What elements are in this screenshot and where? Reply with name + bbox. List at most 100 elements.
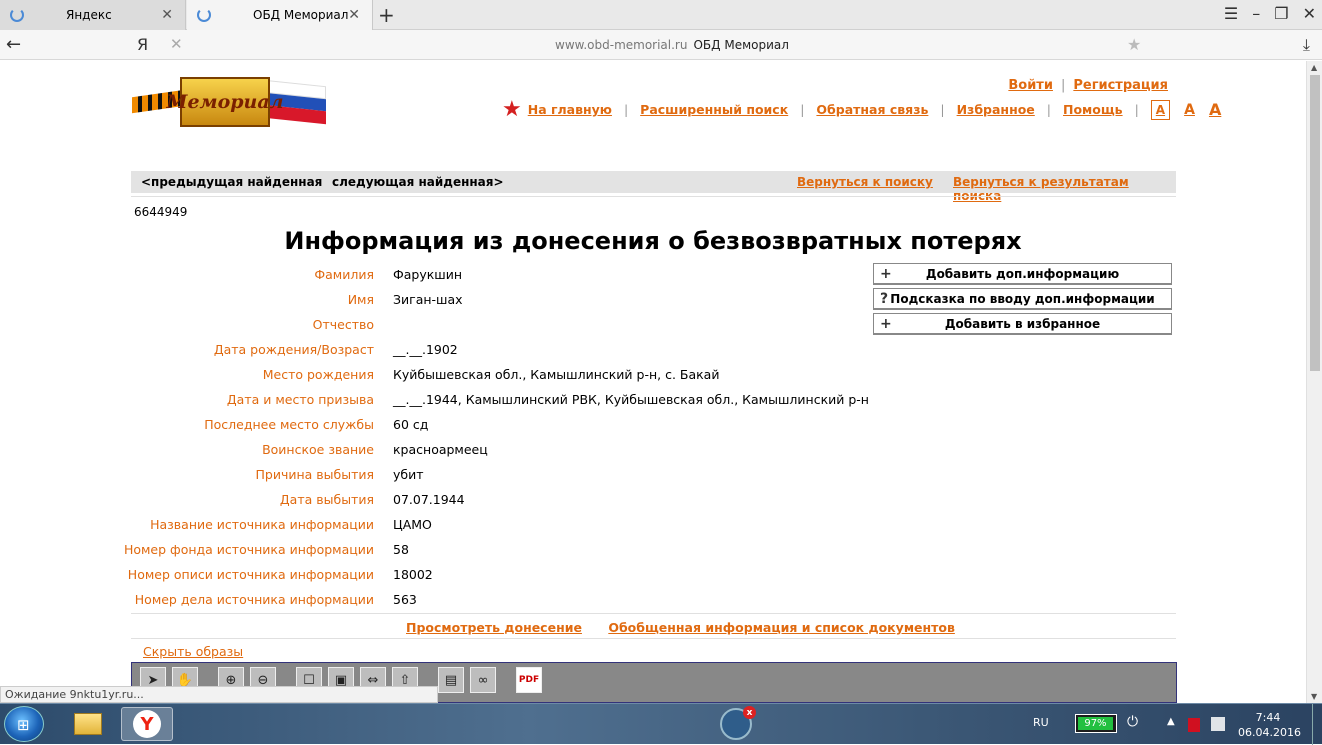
link-icon[interactable]: ∞ (470, 667, 496, 693)
scroll-down-icon[interactable]: ▼ (1311, 692, 1317, 701)
new-tab-icon[interactable]: + (378, 3, 395, 27)
field-row: Последнее место службы 60 сд (0, 412, 900, 437)
advanced-search-link[interactable]: Расширенный поиск (640, 102, 788, 117)
clock-date: 06.04.2016 (1238, 726, 1301, 739)
field-label: Название источника информации (150, 517, 374, 532)
field-value: Куйбышевская обл., Камышлинский р-н, с. … (393, 367, 720, 382)
yandex-taskbar-button[interactable]: Y (121, 707, 173, 741)
previous-found-link[interactable]: <предыдущая найденная (141, 175, 322, 189)
pdf-icon[interactable]: PDF (516, 667, 542, 693)
tab-label: ОБД Мемориал (253, 8, 349, 22)
restore-icon[interactable]: ❐ (1274, 4, 1288, 23)
show-desktop-button[interactable] (1312, 704, 1322, 745)
field-row: Имя Зиган-шах (0, 287, 900, 312)
field-label: Имя (347, 292, 374, 307)
field-value: Фарукшин (393, 267, 463, 282)
feedback-link[interactable]: Обратная связь (816, 102, 928, 117)
field-value: __.__.1902 (393, 342, 458, 357)
add-to-favorites-button[interactable]: + Добавить в избранное (873, 313, 1172, 335)
field-row: Место рождения Куйбышевская обл., Камышли… (0, 362, 900, 387)
power-plug-icon[interactable]: ⏻ (1127, 714, 1138, 730)
next-found-link[interactable]: следующая найденная> (332, 175, 504, 189)
red-star-icon: ★ (502, 97, 522, 122)
close-window-icon[interactable]: ✕ (1303, 4, 1316, 23)
explorer-taskbar-button[interactable] (62, 707, 114, 741)
divider (131, 638, 1176, 639)
font-size-small[interactable]: A (1150, 99, 1171, 120)
summary-documents-link[interactable]: Обобщенная информация и список документо… (608, 620, 955, 635)
field-label: Последнее место службы (204, 417, 374, 432)
web-page: Мемориал Войти | Регистрация ★ На главную |… (0, 61, 1306, 703)
app-taskbar-button[interactable]: x (710, 706, 762, 741)
record-actions: + Добавить доп.информацию ? Подсказка по в… (873, 263, 1172, 338)
font-size-large[interactable]: A (1209, 100, 1221, 119)
memorial-logo[interactable]: Мемориал (132, 73, 330, 131)
loading-spinner-icon (10, 8, 24, 22)
tray-expand-icon[interactable]: ▲ (1167, 716, 1175, 727)
downloads-icon[interactable]: ⤓ (1303, 35, 1310, 55)
field-value: красноармеец (393, 442, 488, 457)
document-links: Просмотреть донесение Обобщенная информа… (406, 620, 977, 635)
field-row: Номер описи источника информации 18002 (0, 562, 900, 587)
bookmark-star-icon[interactable]: ★ (1127, 35, 1141, 54)
browser-tab-bar: Яндекс ✕ ОБД Мемориал ✕ + ☰ – ❐ ✕ (0, 0, 1322, 30)
field-row: Название источника информации ЦАМО (0, 512, 900, 537)
start-button[interactable]: ⊞ (4, 706, 44, 742)
auth-links: Войти | Регистрация (1008, 78, 1168, 93)
address-bar: ← Я ✕ www.obd-memorial.ru ОБД Мемориал ★ … (0, 30, 1322, 60)
tab-label: Яндекс (66, 8, 112, 22)
language-indicator[interactable]: RU (1033, 716, 1049, 729)
field-row: Воинское звание красноармеец (0, 437, 900, 462)
login-link[interactable]: Войти (1008, 78, 1053, 93)
close-tab-icon[interactable]: ✕ (161, 7, 173, 23)
folder-icon (74, 713, 102, 735)
action-center-flag-icon[interactable] (1211, 717, 1225, 731)
field-label: Фамилия (314, 267, 374, 282)
favorites-link[interactable]: Избранное (957, 102, 1035, 117)
button-label: Добавить в избранное (944, 316, 1101, 331)
tab-yandex[interactable]: Яндекс ✕ (0, 0, 186, 30)
register-link[interactable]: Регистрация (1073, 78, 1168, 93)
stop-loading-icon[interactable]: ✕ (170, 35, 183, 53)
field-value: 07.07.1944 (393, 492, 465, 507)
field-label: Дата и место призыва (226, 392, 374, 407)
plus-icon: + (880, 316, 892, 332)
battery-indicator[interactable]: 97% (1075, 714, 1117, 733)
clock[interactable]: 7:44 06.04.2016 (1238, 710, 1301, 740)
input-hint-button[interactable]: ? Подсказка по вводу доп.информации (873, 288, 1172, 310)
add-info-button[interactable]: + Добавить доп.информацию (873, 263, 1172, 285)
minimize-icon[interactable]: – (1252, 4, 1260, 23)
print-icon[interactable]: ▤ (438, 667, 464, 693)
field-value: 563 (393, 592, 417, 607)
vertical-scrollbar[interactable]: ▲ ▼ (1306, 61, 1322, 703)
field-row: Номер дела источника информации 563 (0, 587, 900, 612)
divider (131, 196, 1176, 197)
yandex-logo-icon[interactable]: Я (137, 35, 148, 54)
help-link[interactable]: Помощь (1063, 102, 1123, 117)
scroll-up-icon[interactable]: ▲ (1311, 63, 1317, 72)
record-id: 6644949 (134, 205, 188, 219)
url-text: www.obd-memorial.ru (555, 38, 688, 52)
tab-obd-memorial[interactable]: ОБД Мемориал ✕ (187, 0, 373, 30)
field-row: Отчество (0, 312, 900, 337)
field-label: Номер фонда источника информации (123, 542, 374, 557)
field-row: Причина выбытия убит (0, 462, 900, 487)
antivirus-icon[interactable] (1188, 718, 1200, 732)
scrollbar-thumb[interactable] (1310, 75, 1320, 371)
field-label: Дата выбытия (279, 492, 374, 507)
back-arrow-icon[interactable]: ← (6, 34, 21, 55)
field-row: Номер фонда источника информации 58 (0, 537, 900, 562)
home-link[interactable]: На главную (528, 102, 612, 117)
field-value: Зиган-шах (393, 292, 463, 307)
font-size-medium[interactable]: A (1184, 102, 1195, 118)
back-to-results-link[interactable]: Вернуться к результатам поиска (953, 175, 1176, 203)
window-controls: ☰ – ❐ ✕ (1224, 4, 1316, 23)
field-value: __.__.1944, Камышлинский РВК, Куйбышевск… (393, 392, 869, 407)
url-field[interactable]: www.obd-memorial.ru ОБД Мемориал (555, 38, 789, 52)
view-report-link[interactable]: Просмотреть донесение (406, 620, 582, 635)
field-label: Отчество (312, 317, 374, 332)
back-to-search-link[interactable]: Вернуться к поиску (797, 175, 933, 189)
menu-icon[interactable]: ☰ (1224, 4, 1238, 23)
close-tab-icon[interactable]: ✕ (348, 7, 360, 23)
hide-images-link[interactable]: Скрыть образы (143, 644, 243, 659)
